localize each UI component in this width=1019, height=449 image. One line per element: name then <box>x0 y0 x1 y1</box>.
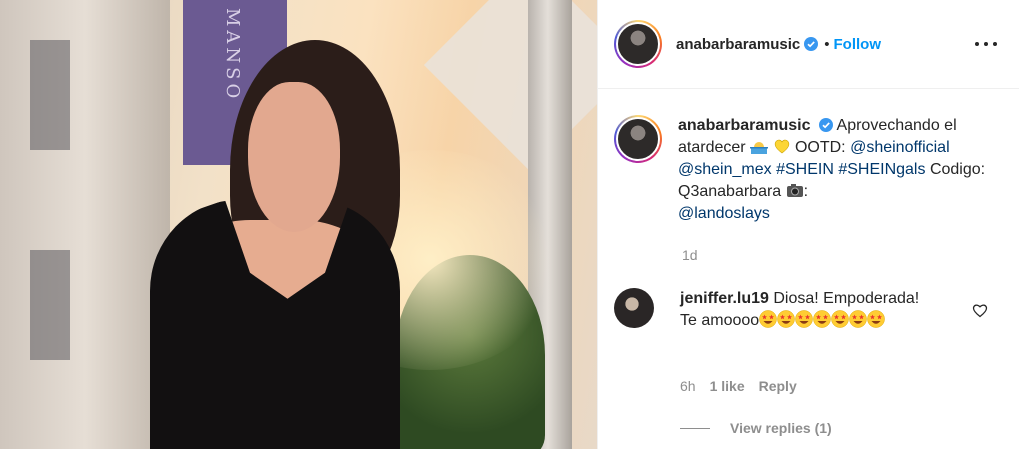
view-replies-button[interactable]: View replies (1) <box>730 420 832 436</box>
comment-likes[interactable]: 1 like <box>710 378 745 394</box>
mention-landoslays[interactable]: @landoslays <box>678 205 770 222</box>
follow-button[interactable]: Follow <box>834 36 882 53</box>
verified-badge-icon <box>818 118 833 132</box>
caption-timestamp[interactable]: 1d <box>682 247 698 263</box>
star-struck-emoji <box>759 310 777 328</box>
verified-badge-icon <box>804 37 819 51</box>
mention-shein-mex[interactable]: @shein_mex <box>678 161 772 178</box>
replies-divider <box>680 427 710 429</box>
post-sidebar: anabarbaramusic • Follow anabarbaramusic… <box>597 0 1019 449</box>
comment-meta: 6h 1 like Reply <box>680 378 797 394</box>
yellow-heart-emoji <box>774 139 789 154</box>
mention-sheinofficial[interactable]: @sheinofficial <box>850 139 950 156</box>
post-header: anabarbaramusic • Follow <box>598 0 1019 89</box>
commenter-username[interactable]: jeniffer.lu19 <box>680 290 769 307</box>
banner-text: MANSO <box>222 8 243 103</box>
camera-emoji <box>786 184 803 197</box>
comment-text: jeniffer.lu19 Diosa! Empoderada! Te amoo… <box>680 288 940 332</box>
star-struck-emoji <box>813 310 831 328</box>
comment: jeniffer.lu19 Diosa! Empoderada! Te amoo… <box>614 288 1006 332</box>
more-options-icon[interactable] <box>975 38 997 50</box>
author-avatar[interactable] <box>614 20 662 68</box>
sunset-emoji <box>750 142 769 154</box>
woman-face <box>248 82 340 232</box>
caption-username[interactable]: anabarbaramusic <box>678 117 811 134</box>
star-struck-emoji <box>777 310 795 328</box>
star-struck-emoji <box>831 310 849 328</box>
caption-text-4: : <box>803 183 809 200</box>
hashtag-shein[interactable]: #SHEIN <box>776 161 834 178</box>
caption-avatar[interactable] <box>614 115 662 163</box>
author-username[interactable]: anabarbaramusic <box>676 36 800 53</box>
window <box>30 40 70 150</box>
hashtag-sheingals[interactable]: #SHEINgals <box>838 161 925 178</box>
star-struck-emoji <box>795 310 813 328</box>
building-facade <box>0 0 170 449</box>
comment-emojis <box>759 310 885 329</box>
star-struck-emoji <box>867 310 885 328</box>
caption-text-2: OOTD: <box>794 139 846 156</box>
reply-button[interactable]: Reply <box>759 378 797 394</box>
view-replies[interactable]: View replies (1) <box>680 420 832 436</box>
caption: anabarbaramusic Aprovechando el atardece… <box>614 115 1006 225</box>
commenter-avatar[interactable] <box>614 288 654 328</box>
post-photo[interactable]: MANSO <box>0 0 597 449</box>
separator-dot: • <box>824 35 830 53</box>
instagram-post: MANSO anabarbaramusic • Follow anabarbar… <box>0 0 1019 449</box>
window <box>30 250 70 360</box>
star-struck-emoji <box>849 310 867 328</box>
heart-outline-icon[interactable] <box>972 303 988 318</box>
caption-text: anabarbaramusic Aprovechando el atardece… <box>678 115 994 225</box>
comment-timestamp[interactable]: 6h <box>680 378 696 394</box>
